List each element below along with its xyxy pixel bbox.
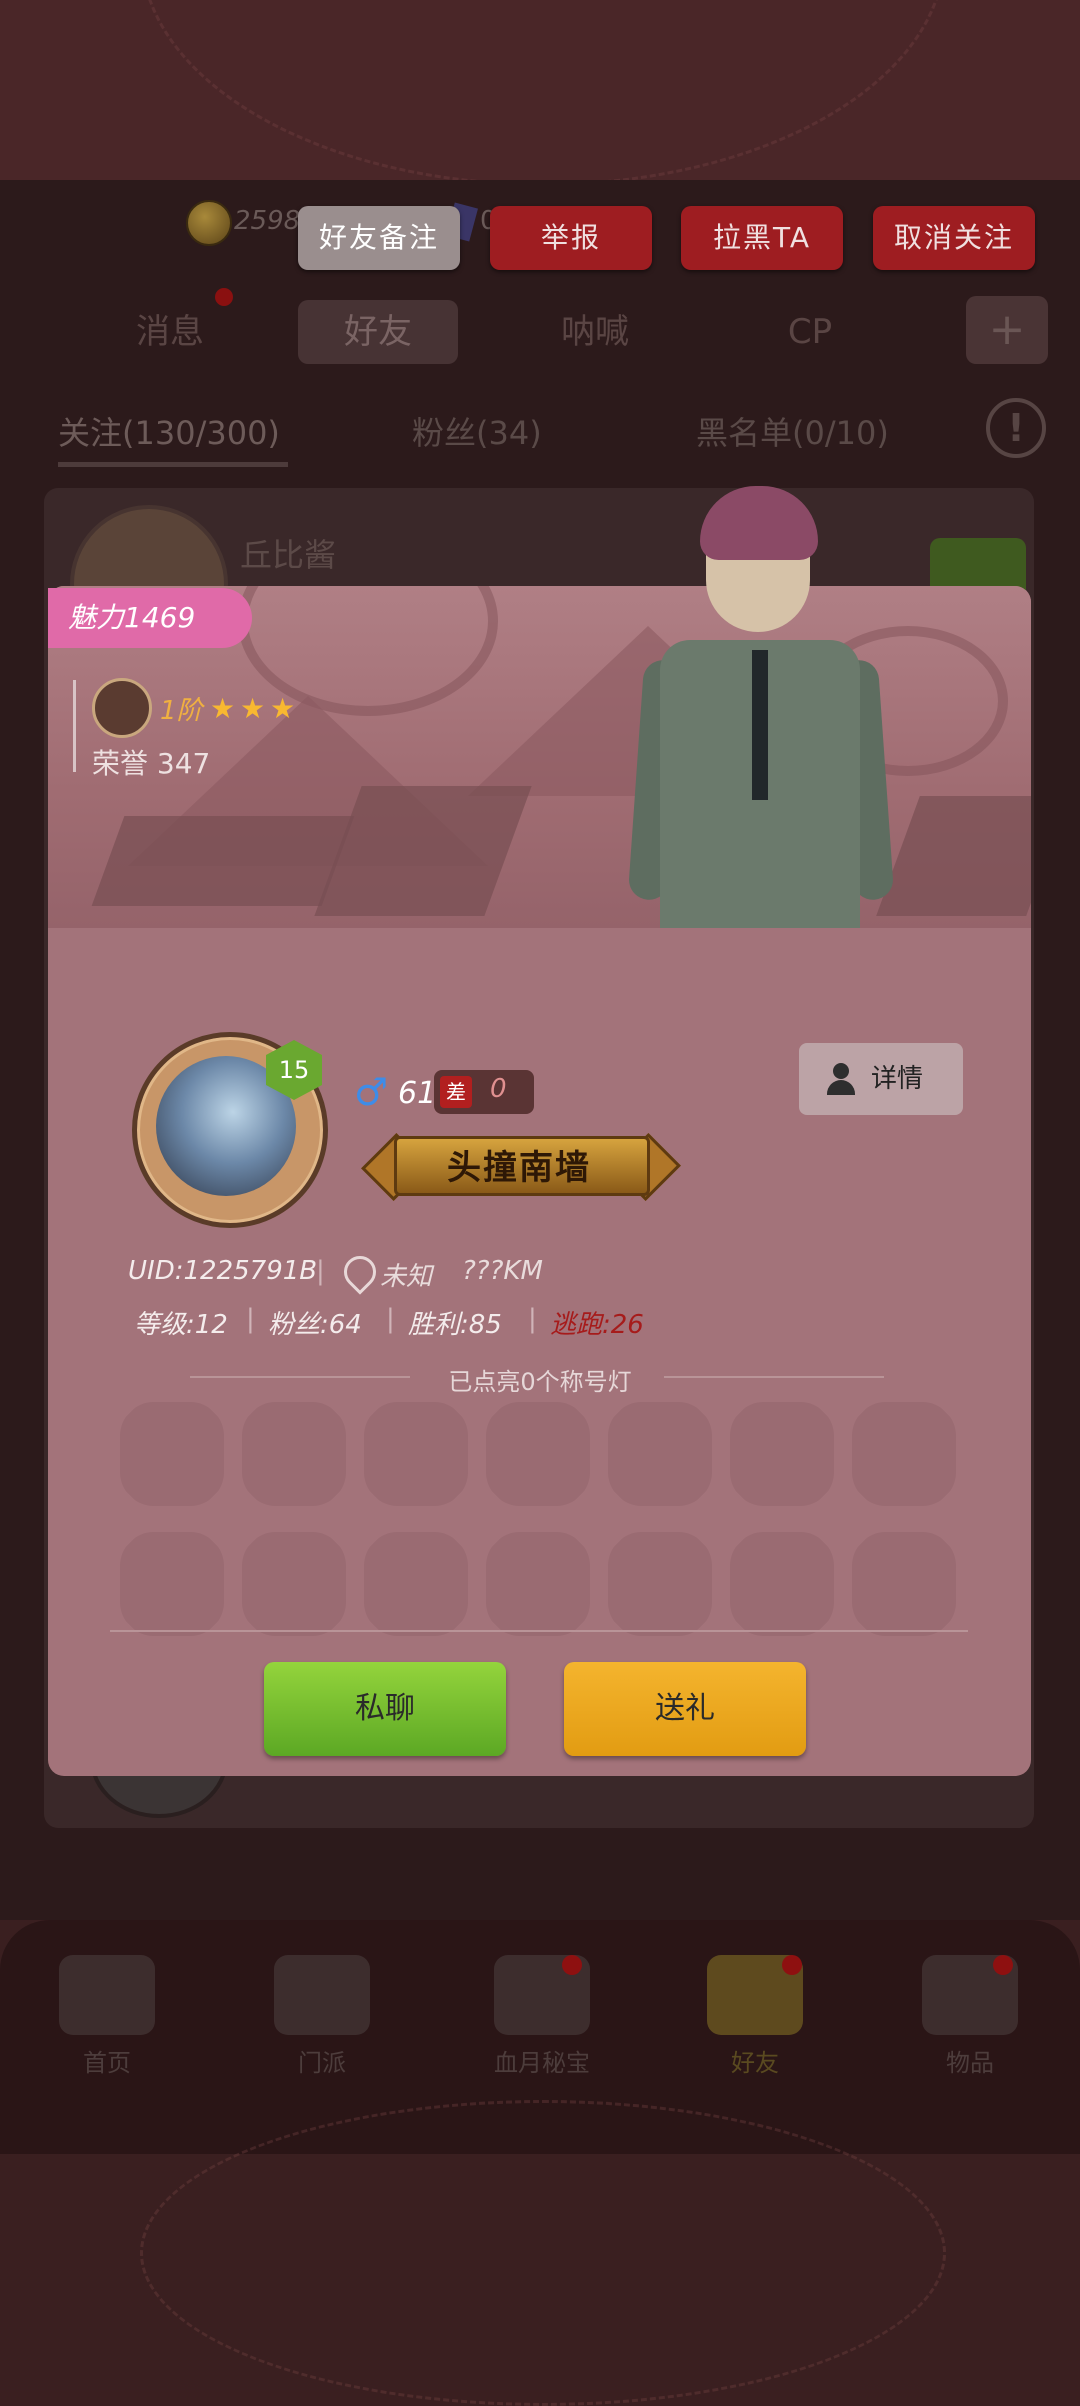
- shield-icon: [274, 1955, 370, 2035]
- top-banner: [0, 0, 1080, 186]
- distance-text: ???KM: [462, 1256, 543, 1286]
- bottom-decoration: [140, 2100, 946, 2406]
- nav-label: 血月秘宝: [494, 2049, 590, 2077]
- nav-label: 物品: [946, 2049, 994, 2077]
- grade-text: 等级:12: [134, 1310, 228, 1340]
- subtab-underline: [58, 462, 288, 467]
- title-lamp-slot[interactable]: [608, 1402, 712, 1506]
- notification-dot: [782, 1955, 802, 1975]
- notification-dot: [562, 1955, 582, 1975]
- uid-text: UID:1225791B: [128, 1256, 318, 1286]
- character-figure: [752, 650, 768, 800]
- separator: |: [386, 1304, 395, 1334]
- subtab-fans[interactable]: 粉丝(34): [412, 408, 542, 454]
- rank-label: 1阶: [160, 696, 203, 726]
- subtab-following[interactable]: 关注(130/300): [58, 408, 280, 454]
- separator: |: [528, 1304, 537, 1334]
- location-text: 未知: [380, 1262, 433, 1292]
- rank-divider: [73, 680, 76, 772]
- star-icon: ★: [210, 692, 236, 725]
- tab-shout[interactable]: 呐喊: [515, 300, 675, 364]
- title-lamp-slot[interactable]: [486, 1532, 590, 1636]
- nav-home[interactable]: 首页: [32, 1955, 182, 2078]
- add-friend-icon[interactable]: +: [966, 296, 1048, 364]
- friend-remark-button[interactable]: 好友备注: [298, 206, 460, 270]
- title-lamp-slot[interactable]: [852, 1402, 956, 1506]
- block-button[interactable]: 拉黑TA: [681, 206, 843, 270]
- escapes-text: 逃跑:26: [550, 1310, 644, 1340]
- notification-dot: [215, 288, 233, 306]
- person-icon: [825, 1063, 857, 1095]
- title-lamp-slot[interactable]: [120, 1532, 224, 1636]
- fans-text: 粉丝:64: [268, 1310, 362, 1340]
- star-icon: ★: [270, 692, 296, 725]
- title-lamp-slot[interactable]: [852, 1532, 956, 1636]
- detail-button[interactable]: 详情: [799, 1043, 963, 1115]
- nav-items[interactable]: 物品: [895, 1955, 1045, 2078]
- separator: |: [316, 1256, 325, 1286]
- male-icon: ♂: [354, 1070, 389, 1114]
- nav-label: 好友: [731, 2049, 779, 2077]
- rating-value: 0: [490, 1074, 507, 1104]
- star-icon: ★: [240, 692, 266, 725]
- nav-friends[interactable]: 好友: [680, 1955, 830, 2078]
- title-lamp-slot[interactable]: [364, 1402, 468, 1506]
- private-chat-button[interactable]: 私聊: [264, 1662, 506, 1756]
- rank-emblem-icon: [92, 678, 152, 738]
- title-lamp-slot[interactable]: [364, 1532, 468, 1636]
- coin-count: 2598: [234, 206, 301, 236]
- list-item-name: 丘比酱: [240, 536, 337, 574]
- charm-badge: 魅力1469: [48, 588, 252, 648]
- title-lamp-slot[interactable]: [242, 1532, 346, 1636]
- unfollow-button[interactable]: 取消关注: [873, 206, 1035, 270]
- report-button[interactable]: 举报: [490, 206, 652, 270]
- detail-button-label: 详情: [871, 1064, 924, 1094]
- title-lamp-slot[interactable]: [730, 1402, 834, 1506]
- title-lamp-slot[interactable]: [730, 1532, 834, 1636]
- banner-decoration: [140, 0, 946, 186]
- title-lamp-slot[interactable]: [242, 1402, 346, 1506]
- title-lamp-slot[interactable]: [608, 1532, 712, 1636]
- subtab-blacklist[interactable]: 黑名单(0/10): [696, 408, 889, 454]
- wins-text: 胜利:85: [408, 1310, 502, 1340]
- nav-label: 首页: [83, 2049, 131, 2077]
- tab-messages[interactable]: 消息: [90, 300, 250, 364]
- player-title: 头撞南墙: [447, 1148, 591, 1188]
- honor-score: 荣誉 347: [92, 747, 211, 780]
- info-icon[interactable]: !: [986, 398, 1046, 458]
- divider: [110, 1630, 968, 1632]
- nav-treasure[interactable]: 血月秘宝: [467, 1955, 617, 2078]
- title-lamp-slot[interactable]: [486, 1402, 590, 1506]
- age-value: 61: [398, 1076, 437, 1111]
- title-lamp-slot[interactable]: [120, 1402, 224, 1506]
- home-icon: [59, 1955, 155, 2035]
- coin-icon: [186, 200, 232, 246]
- nav-sect[interactable]: 门派: [247, 1955, 397, 2078]
- send-gift-button[interactable]: 送礼: [564, 1662, 806, 1756]
- separator: |: [246, 1304, 255, 1334]
- lamps-lit-text: 已点亮0个称号灯: [448, 1368, 632, 1396]
- tab-cp[interactable]: CP: [730, 300, 890, 364]
- tab-friends[interactable]: 好友: [298, 300, 458, 364]
- nav-label: 门派: [298, 2049, 346, 2077]
- rating-label: 差: [440, 1076, 472, 1108]
- notification-dot: [993, 1955, 1013, 1975]
